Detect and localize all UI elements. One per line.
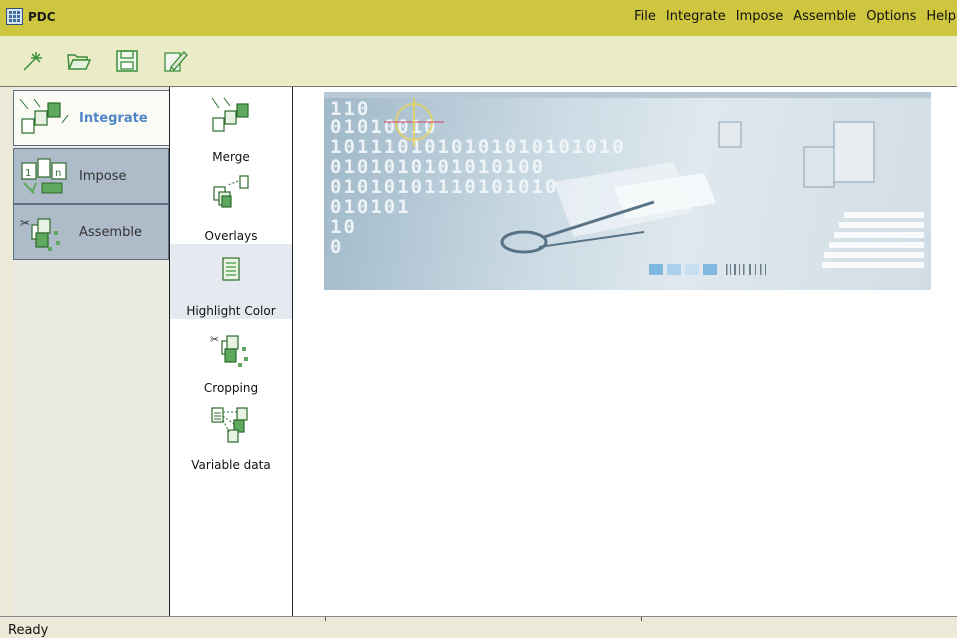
new-icon[interactable] xyxy=(20,48,46,74)
menu-impose[interactable]: Impose xyxy=(731,9,788,24)
edit-icon[interactable] xyxy=(162,48,188,74)
sub-item-merge[interactable]: Merge xyxy=(170,92,292,167)
svg-text:✂: ✂ xyxy=(20,216,30,230)
sub-label-overlays: Overlays xyxy=(204,229,258,243)
app-title: PDC xyxy=(28,10,56,24)
sub-label-highlight-color: Highlight Color xyxy=(186,304,276,318)
nav-label-impose: Impose xyxy=(79,169,127,184)
integrate-icon xyxy=(19,98,69,134)
welcome-banner: 110 01010010 1011101010101010101010 0101… xyxy=(324,92,931,290)
merge-icon xyxy=(211,97,249,132)
svg-text:✂: ✂ xyxy=(210,333,219,346)
sub-label-cropping: Cropping xyxy=(203,381,259,395)
menu-help[interactable]: Help xyxy=(921,9,957,24)
menu-file[interactable]: File xyxy=(629,9,661,24)
menu-integrate[interactable]: Integrate xyxy=(661,9,731,24)
app-grid-icon xyxy=(6,8,23,25)
nav-label-integrate: Integrate xyxy=(79,111,148,126)
open-folder-icon[interactable] xyxy=(66,48,92,74)
sub-item-overlays[interactable]: Overlays xyxy=(170,167,292,243)
save-icon[interactable] xyxy=(114,48,140,74)
sub-nav-panel: Merge Overlays Highlight Color ✂ Croppin… xyxy=(170,87,293,616)
sub-label-variable-data: Variable data xyxy=(191,458,271,472)
status-bar: Ready xyxy=(0,616,957,638)
left-nav-panel: Integrate 1 n Impose ✂ Assemble xyxy=(13,87,170,616)
overlays-icon xyxy=(213,175,249,208)
assemble-icon: ✂ xyxy=(20,216,60,251)
sub-item-highlight-color[interactable]: Highlight Color xyxy=(170,244,292,319)
nav-item-impose[interactable]: 1 n Impose xyxy=(13,148,169,204)
menu-options[interactable]: Options xyxy=(861,9,921,24)
banner-artwork xyxy=(384,97,924,275)
toolbar xyxy=(0,36,957,87)
status-separator xyxy=(641,617,642,621)
sub-label-merge: Merge xyxy=(212,150,250,164)
sub-item-cropping[interactable]: ✂ Cropping xyxy=(170,325,292,400)
svg-text:1: 1 xyxy=(25,168,31,179)
status-separator xyxy=(325,617,326,621)
menu-bar: File Integrate Impose Assemble Options H… xyxy=(629,9,957,24)
variable-data-icon xyxy=(211,407,248,443)
nav-label-assemble: Assemble xyxy=(79,225,142,240)
cropping-icon: ✂ xyxy=(210,333,248,367)
menu-assemble[interactable]: Assemble xyxy=(788,9,861,24)
highlight-color-icon xyxy=(222,257,240,281)
main-content-area: 110 01010010 1011101010101010101010 0101… xyxy=(293,87,957,616)
nav-item-assemble[interactable]: ✂ Assemble xyxy=(13,204,169,260)
impose-icon: 1 n xyxy=(21,158,67,194)
nav-item-integrate[interactable]: Integrate xyxy=(13,90,169,146)
svg-text:n: n xyxy=(55,168,61,179)
title-bar: PDC File Integrate Impose Assemble Optio… xyxy=(0,0,957,36)
sub-item-variable-data[interactable]: Variable data xyxy=(170,400,292,475)
